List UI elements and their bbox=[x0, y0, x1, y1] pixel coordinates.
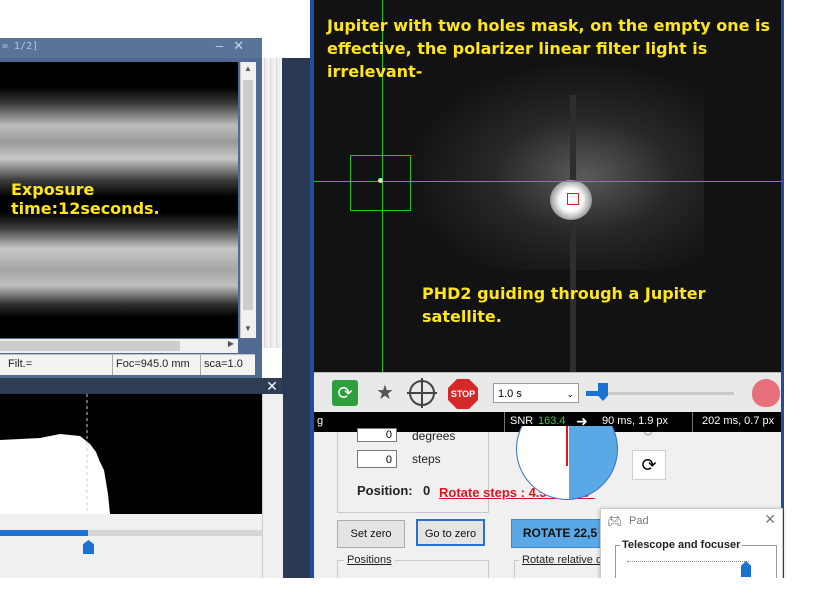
guide-star-box bbox=[350, 155, 411, 211]
close-icon[interactable]: ✕ bbox=[764, 511, 776, 528]
background-window-edge bbox=[282, 58, 310, 578]
scale-status: sca=1.0 bbox=[204, 358, 243, 370]
pad-slider-track[interactable] bbox=[627, 561, 749, 564]
guide-toolbar: ⟳ ★ STOP 1.0 s ⌄ bbox=[314, 372, 781, 413]
filter-status: Filt.= bbox=[8, 358, 33, 370]
rotator-dial[interactable] bbox=[514, 426, 622, 504]
dial-needle bbox=[566, 426, 568, 466]
scroll-up-icon[interactable]: ▲ bbox=[242, 64, 254, 76]
focal-status: Foc=945.0 mm bbox=[116, 358, 190, 370]
profile-plot bbox=[0, 394, 262, 514]
lock-position-box bbox=[567, 193, 579, 205]
stop-icon[interactable]: STOP bbox=[448, 379, 478, 409]
status-fragment: g bbox=[317, 415, 324, 427]
auto-select-star-icon[interactable]: ★ bbox=[370, 379, 400, 407]
desktop-background bbox=[0, 578, 813, 611]
degrees-input[interactable]: 0 bbox=[357, 428, 397, 442]
bottom-annotation: PHD2 guiding through a Jupiter satellite… bbox=[422, 284, 706, 326]
scroll-right-icon[interactable]: ▶ bbox=[228, 339, 234, 348]
guide-camera-view[interactable]: Jupiter with two holes mask, on the empt… bbox=[314, 0, 781, 372]
vertical-scrollbar[interactable]: ▲ ▼ bbox=[240, 62, 256, 338]
gamepad-icon: 🎮︎ bbox=[607, 514, 623, 528]
position-label: Position: bbox=[357, 483, 413, 498]
spectrum-statusbar: Filt.= Foc=945.0 mm sca=1.0 bbox=[0, 354, 255, 375]
steps-label: steps bbox=[412, 452, 441, 466]
diffraction-spike bbox=[570, 95, 576, 372]
position-value: 0 bbox=[423, 483, 431, 498]
gamma-slider-thumb[interactable] bbox=[598, 383, 608, 401]
brain-icon[interactable] bbox=[752, 379, 780, 407]
go-to-zero-button[interactable]: Go to zero bbox=[416, 519, 485, 546]
guide-dec-stat: 202 ms, 0.7 px bbox=[702, 415, 775, 427]
scroll-thumb[interactable] bbox=[243, 80, 253, 310]
profile-slider-fill bbox=[0, 530, 88, 536]
telescope-focuser-label: Telescope and focuser bbox=[620, 539, 743, 551]
rotate-button[interactable]: ROTATE 22,5 bbox=[511, 519, 609, 548]
loop-icon[interactable]: ⟳ bbox=[332, 380, 358, 406]
chevron-down-icon: ⌄ bbox=[566, 389, 574, 399]
horizontal-scrollbar[interactable]: ▶ bbox=[0, 339, 238, 353]
profile-window-titlebar[interactable] bbox=[0, 378, 282, 394]
exposure-select[interactable]: 1.0 s ⌄ bbox=[493, 383, 579, 403]
steps-input[interactable]: 0 bbox=[357, 450, 397, 468]
minimize-icon[interactable]: – bbox=[216, 38, 233, 53]
pad-title: Pad bbox=[629, 515, 649, 527]
gamma-slider-fill bbox=[586, 391, 600, 396]
scroll-down-icon[interactable]: ▼ bbox=[242, 324, 254, 336]
pad-window[interactable]: 🎮︎ Pad ✕ Telescope and focuser bbox=[600, 508, 783, 580]
set-zero-button[interactable]: Set zero bbox=[337, 520, 405, 548]
rotate-ccw-icon[interactable]: ◡ bbox=[632, 426, 664, 448]
top-annotation: Jupiter with two holes mask, on the empt… bbox=[327, 16, 771, 81]
exposure-annotation: Exposure time:12seconds. bbox=[11, 180, 160, 218]
spectrum-window-title: = 1/2] bbox=[2, 41, 39, 52]
hscroll-thumb[interactable] bbox=[0, 341, 180, 351]
profile-curve bbox=[0, 434, 110, 514]
exposure-value: 1.0 s bbox=[498, 388, 522, 400]
rotate-cw-icon[interactable]: ⟳ bbox=[632, 450, 666, 480]
spectrum-window-titlebar[interactable]: = 1/2] –✕ bbox=[0, 38, 262, 58]
gamma-slider-track[interactable] bbox=[586, 392, 734, 395]
desktop-background bbox=[0, 0, 308, 38]
guide-star bbox=[378, 178, 383, 183]
rotate-relative-label: Rotate relative de bbox=[519, 554, 612, 566]
sky-glow bbox=[404, 60, 704, 270]
rotate-group bbox=[337, 432, 489, 513]
close-icon[interactable]: ✕ bbox=[262, 378, 282, 394]
degrees-label: degrees bbox=[412, 429, 456, 443]
guide-crosshair-icon[interactable] bbox=[407, 378, 437, 408]
profile-slider-thumb[interactable] bbox=[83, 540, 94, 554]
guide-window-border bbox=[781, 0, 784, 578]
close-icon[interactable]: ✕ bbox=[233, 38, 254, 53]
profile-side-bar bbox=[262, 394, 283, 578]
positions-group-label: Positions bbox=[344, 554, 395, 566]
profile-slider-panel bbox=[0, 514, 278, 578]
spectrum-image: Exposure time:12seconds. bbox=[0, 62, 238, 338]
